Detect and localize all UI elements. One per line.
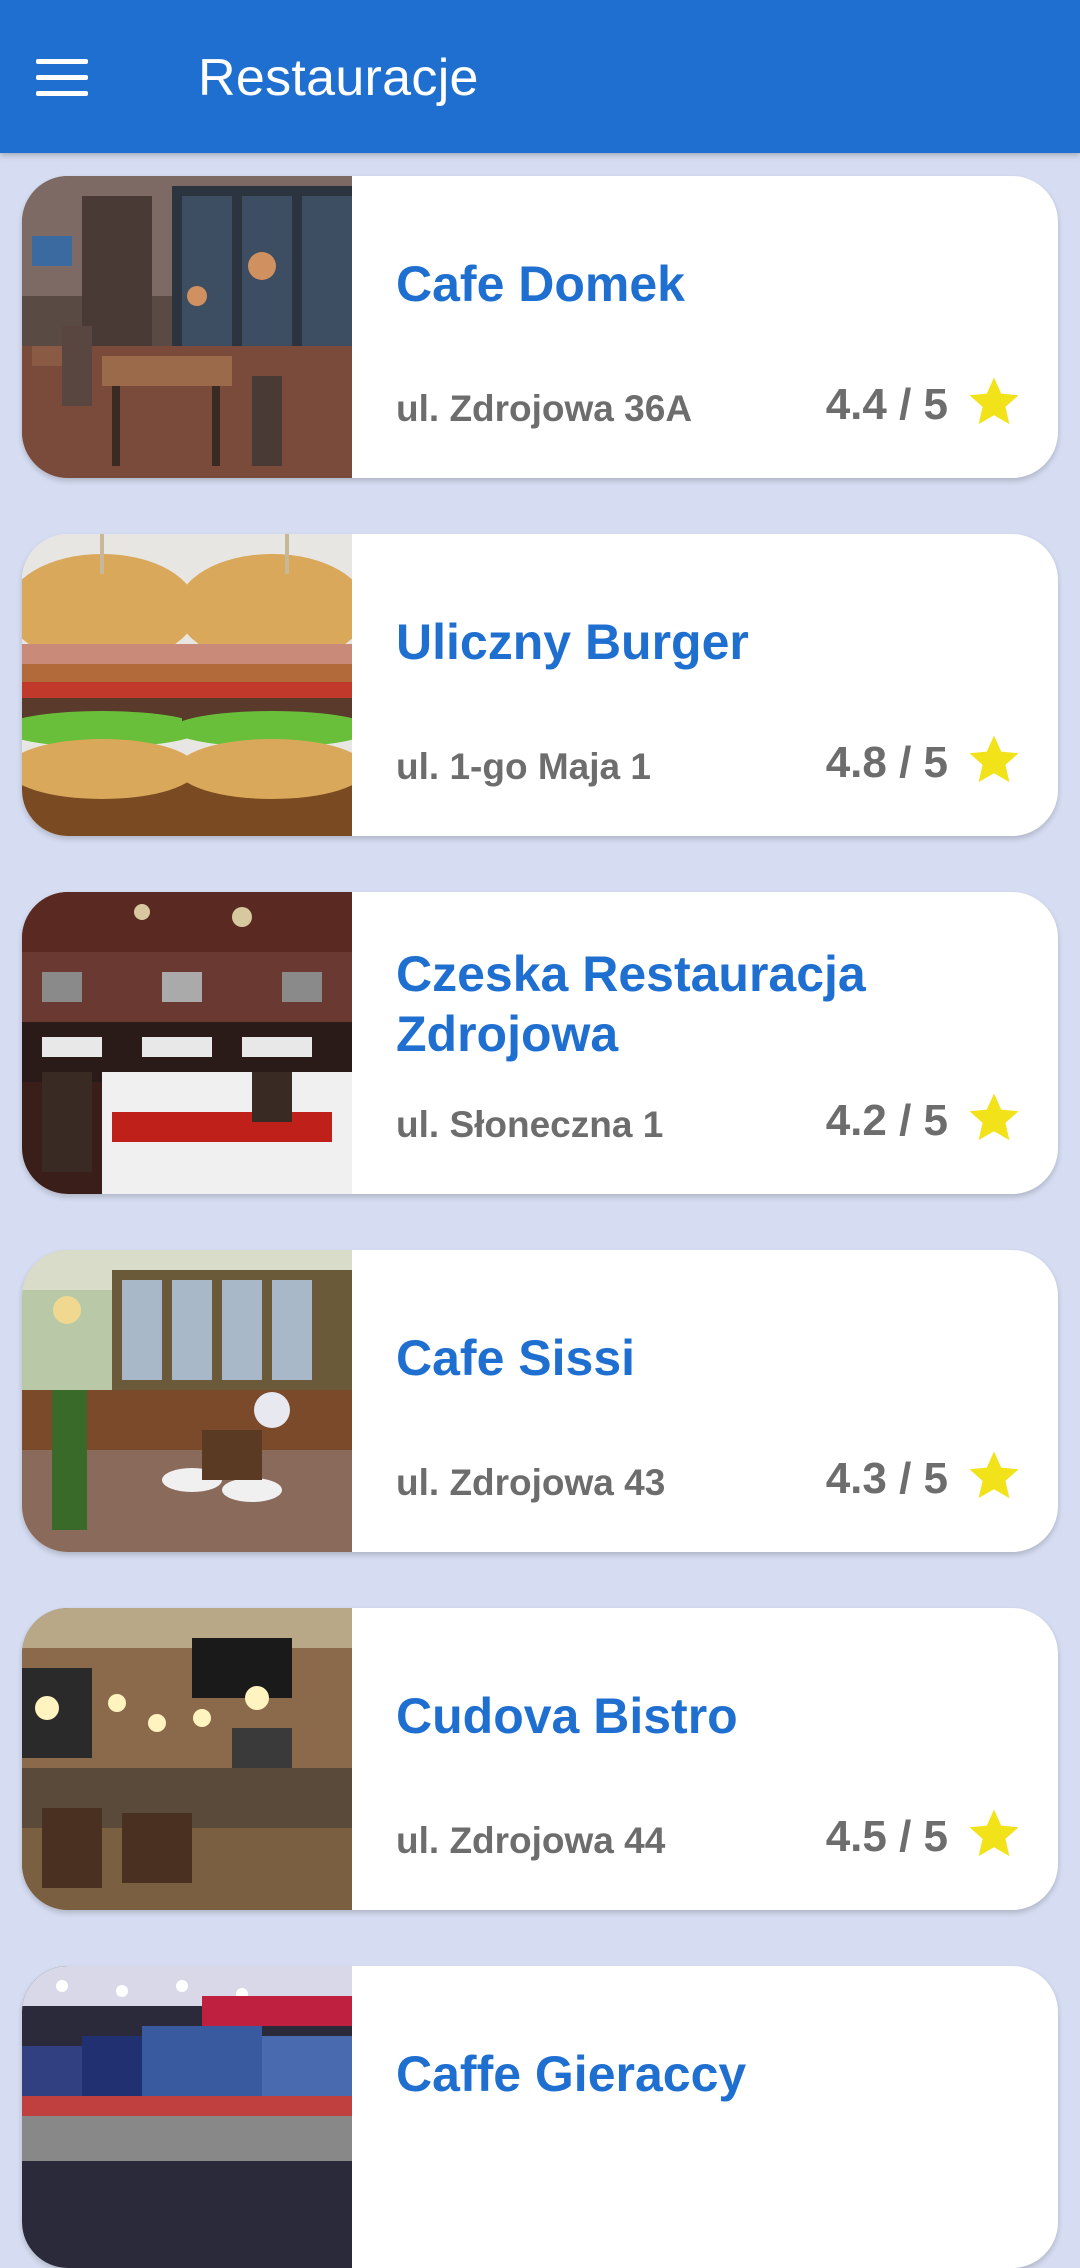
restaurant-thumbnail	[22, 534, 352, 836]
star-icon	[969, 1809, 1019, 1857]
menu-icon[interactable]	[36, 42, 116, 112]
restaurant-card-cafe-sissi[interactable]: Cafe Sissi ul. Zdrojowa 43 4.3 / 5	[22, 1250, 1058, 1552]
restaurant-name: Czeska Restauracja Zdrojowa	[396, 946, 866, 1062]
restaurant-card-cafe-domek[interactable]: Cafe Domek ul. Zdrojowa 36A 4.4 / 5	[22, 176, 1058, 478]
restaurant-name: Caffe Gieraccy	[396, 2046, 747, 2102]
star-icon	[969, 1451, 1019, 1499]
restaurant-thumbnail	[22, 1608, 352, 1910]
restaurant-card-caffe-gieraccy[interactable]: Caffe Gieraccy	[22, 1966, 1058, 2268]
restaurant-thumbnail	[22, 1966, 352, 2268]
restaurant-rating: 4.4 / 5	[825, 380, 948, 429]
restaurant-name: Cudova Bistro	[396, 1688, 738, 1744]
star-icon	[969, 1093, 1019, 1141]
restaurant-address: ul. 1-go Maja 1	[396, 746, 651, 787]
restaurant-thumbnail	[22, 892, 352, 1194]
app-bar: Restauracje	[0, 0, 1080, 153]
star-icon	[969, 377, 1019, 425]
restaurant-rating: 4.8 / 5	[825, 738, 948, 787]
menu-icon-bar	[36, 74, 88, 80]
restaurant-card-cudova-bistro[interactable]: Cudova Bistro ul. Zdrojowa 44 4.5 / 5	[22, 1608, 1058, 1910]
restaurant-thumbnail	[22, 176, 352, 478]
restaurant-name: Cafe Domek	[396, 256, 685, 312]
restaurant-name: Uliczny Burger	[396, 614, 749, 670]
restaurant-rating: 4.2 / 5	[825, 1096, 948, 1145]
restaurant-address: ul. Słoneczna 1	[396, 1104, 664, 1145]
restaurant-address: ul. Zdrojowa 43	[396, 1462, 666, 1503]
star-icon	[969, 735, 1019, 783]
restaurant-card-czeska-restauracja-zdrojowa[interactable]: Czeska Restauracja Zdrojowa ul. Słoneczn…	[22, 892, 1058, 1194]
restaurant-rating: 4.5 / 5	[825, 1812, 948, 1861]
restaurant-name: Cafe Sissi	[396, 1330, 636, 1386]
page-title: Restauracje	[198, 49, 479, 107]
menu-icon-bar	[36, 58, 88, 64]
restaurant-address: ul. Zdrojowa 44	[396, 1820, 666, 1861]
menu-icon-bar	[36, 90, 88, 96]
restaurant-address: ul. Zdrojowa 36A	[396, 388, 693, 429]
restaurant-rating: 4.3 / 5	[825, 1454, 948, 1503]
restaurant-card-uliczny-burger[interactable]: Uliczny Burger ul. 1-go Maja 1 4.8 / 5	[22, 534, 1058, 836]
restaurant-thumbnail	[22, 1250, 352, 1552]
